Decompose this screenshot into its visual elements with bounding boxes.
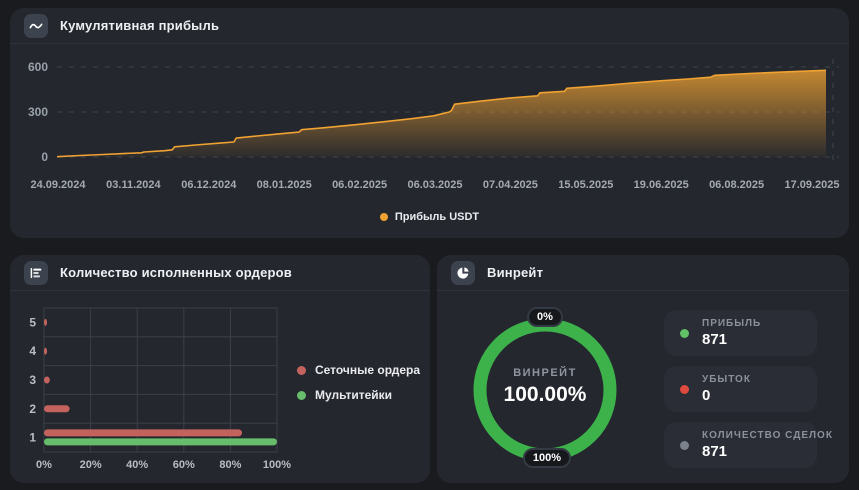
winrate-center-label: ВИНРЕЙТ	[513, 367, 577, 379]
loss-stat-label: УБЫТОК	[702, 374, 751, 385]
winrate-title: Винрейт	[487, 265, 544, 280]
winrate-center-value: 100.00%	[503, 383, 587, 406]
winrate-zero-badge: 0%	[527, 307, 563, 327]
multitakes-legend-dot	[297, 390, 306, 400]
bar-list-icon	[24, 260, 48, 285]
multitakes-legend-label: Мультитейки	[315, 388, 393, 402]
svg-text:1: 1	[29, 431, 36, 445]
svg-text:0%: 0%	[36, 459, 52, 471]
winrate-panel: Винрейт ВИНРЕЙТ 100.00% 0% 100% ПРИБЫЛЬ …	[437, 255, 849, 483]
winrate-hundred-badge: 100%	[522, 448, 572, 468]
svg-text:2: 2	[29, 402, 36, 416]
stat-card-total-trades: КОЛИЧЕСТВО СДЕЛОК 871	[664, 422, 833, 468]
stat-card-loss: УБЫТОК 0	[664, 366, 817, 412]
svg-text:100%: 100%	[263, 459, 291, 471]
svg-text:40%: 40%	[126, 459, 148, 471]
cumulative-profit-panel: Кумулятивная прибыль 0 300 600 24.09.2024 0…	[10, 8, 849, 238]
executed-orders-panel: Количество исполненных ордеров 5 4 3 2 1 0% 20…	[10, 255, 430, 483]
stat-card-profit: ПРИБЫЛЬ 871	[664, 310, 817, 356]
total-trades-status-dot	[680, 440, 689, 450]
cumulative-profit-title: Кумулятивная прибыль	[60, 18, 220, 33]
orders-axis-labels: 5 4 3 2 1 0% 20% 40% 60% 80% 100%	[29, 315, 291, 471]
loss-status-dot	[680, 384, 689, 394]
profit-legend-dot	[379, 213, 388, 221]
svg-text:3: 3	[29, 373, 36, 387]
line-chart-icon	[24, 13, 48, 38]
profit-legend-label: Прибыль USDT	[394, 211, 480, 223]
orders-legend: Сеточные ордера Мультитейки	[297, 363, 420, 402]
dashboard: Кумулятивная прибыль 0 300 600 24.09.2024 0…	[0, 0, 859, 490]
legend-item-grid-orders[interactable]: Сеточные ордера	[297, 363, 420, 377]
cumulative-chart-svg[interactable]	[10, 43, 849, 203]
grid-orders-legend-label: Сеточные ордера	[315, 363, 421, 377]
winrate-header: Винрейт	[437, 255, 849, 291]
profit-stat-label: ПРИБЫЛЬ	[702, 318, 762, 329]
svg-text:80%: 80%	[219, 459, 241, 471]
orders-bars	[44, 318, 277, 446]
profit-status-dot	[680, 328, 689, 338]
total-trades-stat-value: 871	[702, 443, 728, 460]
total-trades-stat-label: КОЛИЧЕСТВО СДЕЛОК	[702, 430, 833, 441]
pie-chart-icon	[451, 260, 475, 285]
loss-stat-value: 0	[702, 387, 711, 404]
executed-orders-title: Количество исполненных ордеров	[60, 265, 292, 280]
executed-orders-header: Количество исполненных ордеров	[10, 255, 430, 291]
profit-stat-value: 871	[702, 331, 728, 348]
legend-item-multitakes[interactable]: Мультитейки	[297, 388, 420, 402]
svg-text:5: 5	[29, 315, 36, 329]
cumulative-profit-header: Кумулятивная прибыль	[10, 8, 849, 44]
svg-text:20%: 20%	[80, 459, 102, 471]
svg-text:4: 4	[29, 344, 36, 358]
svg-text:60%: 60%	[173, 459, 195, 471]
grid-orders-legend-dot	[297, 365, 306, 375]
cumulative-series	[56, 69, 827, 158]
cumulative-legend[interactable]: Прибыль USDT	[10, 211, 849, 223]
